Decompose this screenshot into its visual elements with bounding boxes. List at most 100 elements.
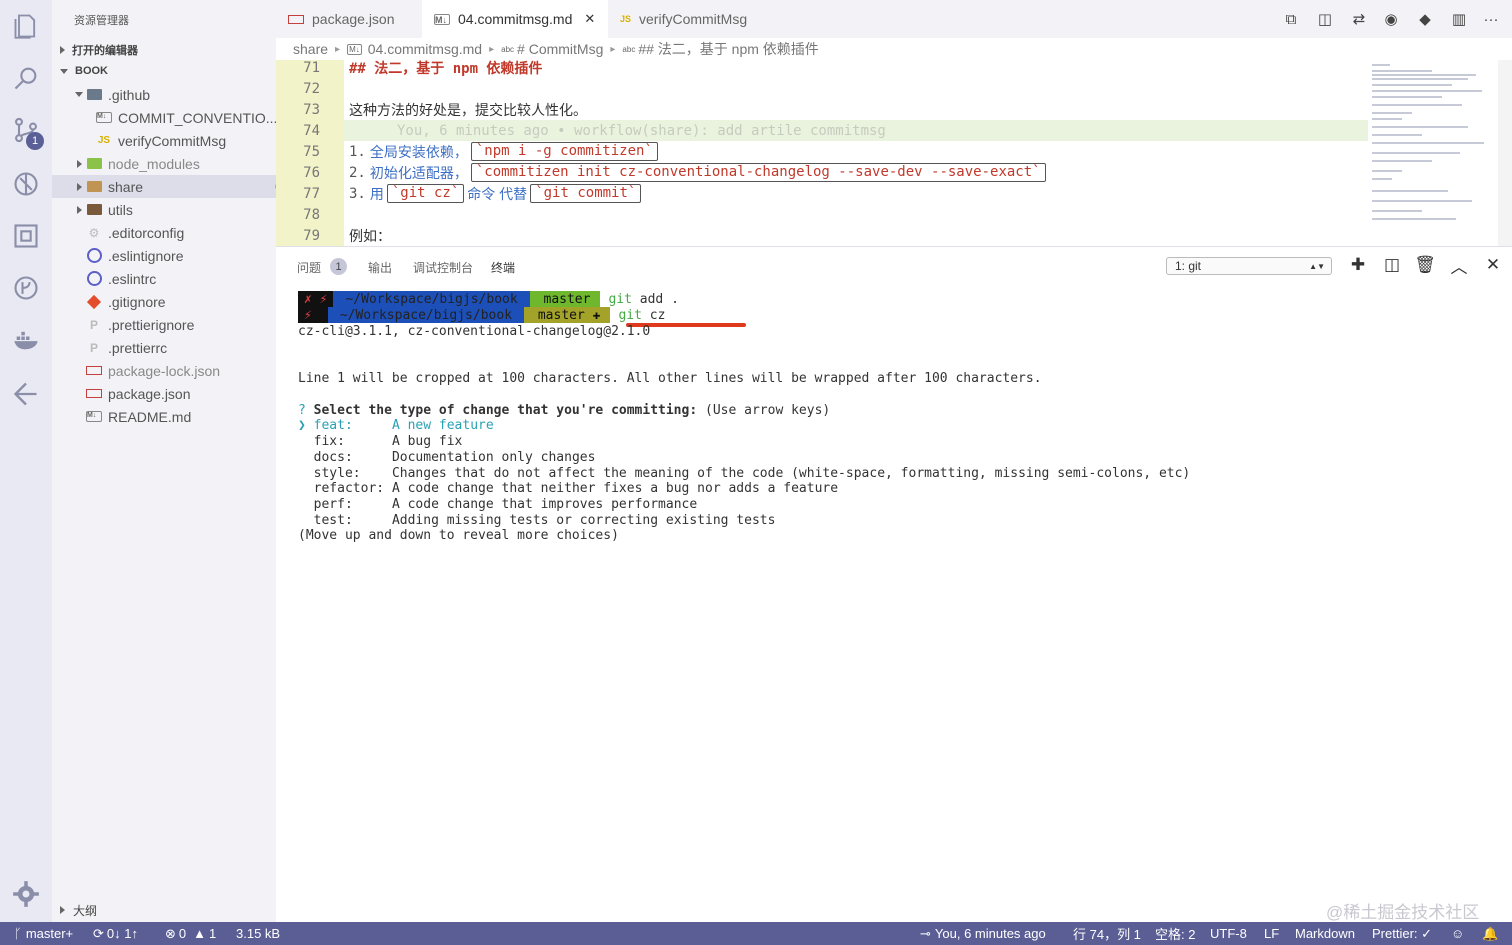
- tree-file-readme[interactable]: M↓ README.md: [52, 405, 310, 428]
- terminal-choice[interactable]: test: Adding missing tests or correcting…: [298, 512, 776, 528]
- notifications-bell-icon[interactable]: 🔔: [1482, 922, 1498, 945]
- terminal-choice[interactable]: perf: A code change that improves perfor…: [298, 496, 698, 512]
- markdown-icon: M↓: [434, 13, 450, 25]
- terminal-choice[interactable]: style: Changes that do not affect the me…: [298, 465, 1191, 481]
- breadcrumb-folder[interactable]: share: [293, 41, 328, 57]
- chevron-right-icon: [76, 182, 82, 191]
- explorer-icon[interactable]: [10, 10, 42, 42]
- chevron-right-icon: ▸: [335, 43, 341, 55]
- tree-folder-utils[interactable]: utils: [52, 198, 296, 221]
- prompt-path-segment: ~/Workspace/bigjs/book: [327, 307, 525, 323]
- status-blame[interactable]: ⊸ You, 6 minutes ago: [920, 922, 1046, 945]
- status-language[interactable]: Markdown: [1295, 922, 1355, 945]
- status-encoding[interactable]: UTF-8: [1210, 922, 1247, 945]
- docker-icon[interactable]: [10, 324, 42, 356]
- tree-folder-node-modules[interactable]: node_modules: [52, 152, 296, 175]
- status-eol[interactable]: LF: [1264, 922, 1279, 945]
- problems-badge: 1: [330, 258, 347, 275]
- editor-scrollbar[interactable]: [1498, 60, 1512, 246]
- tree-file-eslintrc[interactable]: .eslintrc: [52, 267, 310, 290]
- line-number: 79: [303, 228, 320, 244]
- tab-verifycommitmsg[interactable]: JS verifyCommitMsg: [608, 0, 782, 38]
- workspace-section[interactable]: BOOK: [60, 65, 108, 77]
- tab-output[interactable]: 输出: [368, 259, 392, 276]
- split-terminal-icon[interactable]: ◫: [1382, 255, 1402, 275]
- trash-icon[interactable]: 🗑: [1414, 255, 1436, 275]
- tree-file-prettierignore[interactable]: P .prettierignore: [52, 313, 310, 336]
- source-control-badge: 1: [26, 132, 44, 150]
- explorer-sidebar: 资源管理器 打开的编辑器 BOOK .github M↓ COMMIT_CONVE…: [52, 0, 296, 922]
- tab-debug-console[interactable]: 调试控制台: [413, 259, 473, 276]
- status-bar: ᚴ master+ ⟳ 0↓ 1↑ ⊗ 0 ▲ 1 3.15 kB ⊸ You, 6 min…: [0, 922, 1512, 945]
- extensions-icon[interactable]: [10, 220, 42, 252]
- split-editor-icon[interactable]: ▥: [1450, 10, 1468, 28]
- terminal-choice-selected[interactable]: ❯ feat: A new feature: [298, 417, 494, 433]
- open-preview-icon[interactable]: ⧉: [1282, 10, 1300, 28]
- line-number: 74: [303, 123, 320, 139]
- symbol-string-icon: abc: [622, 44, 636, 54]
- pointer-icon: ❯: [298, 417, 306, 433]
- code-line-75[interactable]: 1. 全局安装依赖， `npm i -g commitizen`: [349, 141, 661, 162]
- outline-section[interactable]: 大纲: [52, 898, 276, 922]
- breadcrumb-symbol-h1[interactable]: # CommitMsg: [517, 41, 603, 57]
- code-line-79[interactable]: 例如：: [349, 225, 391, 246]
- preview-side-icon[interactable]: ◫: [1316, 10, 1334, 28]
- breadcrumb-file[interactable]: 04.commitmsg.md: [368, 41, 482, 57]
- toggle-blame-icon[interactable]: ◉: [1382, 10, 1400, 28]
- js-icon: JS: [620, 14, 632, 24]
- tree-folder-share[interactable]: share: [52, 175, 296, 198]
- line-number: 72: [303, 81, 320, 97]
- more-actions-icon[interactable]: ···: [1482, 10, 1500, 28]
- terminal-choice[interactable]: refactor: A code change that neither fix…: [298, 480, 838, 496]
- code-line-77[interactable]: 3. 用 `git cz` 命令 代替 `git commit`: [349, 183, 644, 204]
- maximize-panel-icon[interactable]: ︿: [1449, 255, 1469, 277]
- status-indentation[interactable]: 空格: 2: [1155, 922, 1195, 945]
- minimap[interactable]: [1368, 60, 1498, 246]
- terminal-choice[interactable]: docs: Documentation only changes: [298, 449, 596, 465]
- inline-code: `npm i -g commitizen`: [470, 142, 658, 161]
- status-sync[interactable]: ⟳ 0↓ 1↑: [93, 922, 138, 945]
- debug-icon[interactable]: [10, 168, 42, 200]
- tab-package-json[interactable]: package.json: [276, 0, 422, 38]
- markdown-icon: M↓: [96, 112, 112, 123]
- tab-problems[interactable]: 问题: [297, 259, 321, 276]
- git-icon[interactable]: ◆: [1416, 10, 1434, 28]
- feedback-smiley-icon[interactable]: ☺: [1451, 922, 1464, 945]
- tree-file-prettierrc[interactable]: P .prettierrc: [52, 336, 310, 359]
- open-editors-section[interactable]: 打开的编辑器: [60, 42, 138, 58]
- code-line-73[interactable]: 这种方法的好处是，提交比较人性化。: [349, 99, 587, 120]
- terminal-choice[interactable]: fix: A bug fix: [298, 433, 463, 449]
- tree-folder-github[interactable]: .github: [52, 83, 296, 106]
- tab-terminal[interactable]: 终端: [491, 259, 515, 276]
- status-branch[interactable]: ᚴ master+: [14, 922, 73, 945]
- tree-file-gitignore[interactable]: .gitignore: [52, 290, 310, 313]
- status-file-size: 3.15 kB: [236, 926, 281, 941]
- markdown-icon: M↓: [347, 43, 362, 55]
- close-tab-icon[interactable]: ✕: [584, 11, 595, 27]
- tree-file-eslintignore[interactable]: .eslintignore: [52, 244, 310, 267]
- close-panel-icon[interactable]: ✕: [1483, 255, 1503, 275]
- sync-icon: ⟳: [93, 925, 104, 941]
- terminal-select[interactable]: 1: git ▲▼: [1166, 257, 1332, 275]
- code-line-71[interactable]: ## 法二，基于 npm 依赖插件: [349, 57, 542, 78]
- new-terminal-icon[interactable]: ✚: [1348, 255, 1368, 275]
- tree-file-package-lock[interactable]: package-lock.json: [52, 359, 310, 382]
- tree-file-package-json[interactable]: package.json: [52, 382, 310, 405]
- prompt-status-segment: ⚡: [298, 307, 328, 323]
- tree-file-editorconfig[interactable]: ⚙ .editorconfig: [52, 221, 310, 244]
- chevron-right-icon: ▸: [489, 43, 495, 55]
- settings-gear-icon[interactable]: [10, 878, 42, 910]
- gitlens-icon[interactable]: [10, 378, 42, 410]
- chevron-right-icon: [60, 46, 65, 54]
- inline-code: `git commit`: [530, 184, 642, 203]
- tab-commitmsg-md[interactable]: M↓ 04.commitmsg.md ✕: [422, 0, 608, 38]
- search-icon[interactable]: [10, 62, 42, 94]
- status-cursor-position[interactable]: 行 74，列 1: [1073, 922, 1141, 945]
- status-prettier[interactable]: Prettier: ✓: [1372, 922, 1432, 945]
- git-history-icon[interactable]: [10, 272, 42, 304]
- code-line-76[interactable]: 2. 初始化适配器， `commitizen init cz-conventio…: [349, 162, 1049, 183]
- compare-changes-icon[interactable]: ⇄: [1350, 10, 1368, 28]
- js-icon: JS: [97, 135, 111, 146]
- breadcrumb-symbol-h2[interactable]: ## 法二，基于 npm 依赖插件: [638, 39, 818, 59]
- status-problems[interactable]: ⊗ 0 ▲ 1: [165, 922, 216, 945]
